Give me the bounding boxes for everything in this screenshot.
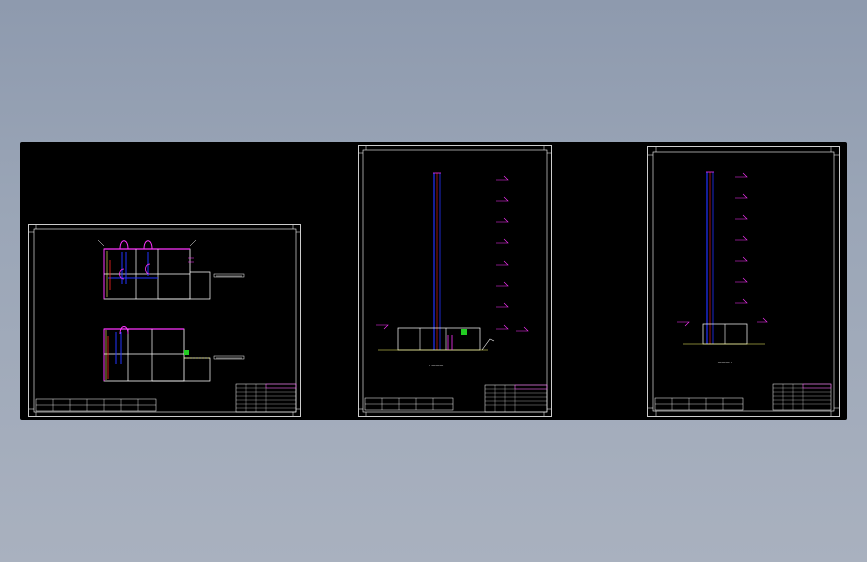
- plan-sheet[interactable]: [28, 224, 301, 417]
- svg-text:——— ·: ——— ·: [718, 360, 733, 365]
- lower-floor-plan: [103, 326, 245, 382]
- riser-sheet-2-svg: ——— ·: [647, 146, 840, 417]
- title-block: [235, 383, 297, 413]
- svg-text:· ———: · ———: [429, 363, 444, 368]
- riser-sheet-1-svg: · ———: [358, 145, 552, 417]
- riser-sheet-1[interactable]: · ———: [358, 145, 552, 417]
- riser-sheet-2[interactable]: ——— ·: [647, 146, 840, 417]
- legend-table: [35, 398, 157, 412]
- cad-drawing-viewport[interactable]: · ——— ——— ·: [20, 142, 847, 420]
- plan-sheet-svg: [28, 224, 301, 417]
- upper-floor-plan: [97, 239, 245, 300]
